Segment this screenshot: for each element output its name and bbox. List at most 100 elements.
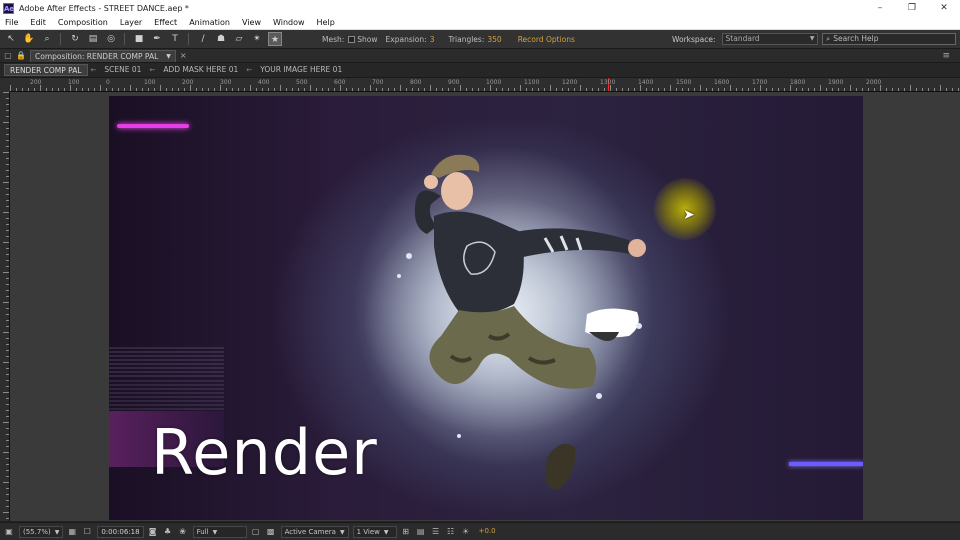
reset-exposure-icon[interactable]: ☀: [460, 526, 472, 538]
menu-animation[interactable]: Animation: [183, 18, 236, 27]
menu-edit[interactable]: Edit: [24, 18, 52, 27]
zoom-dropdown[interactable]: (55.7%) ▼: [19, 525, 64, 538]
ruler-tick: [6, 110, 9, 111]
panel-close-icon[interactable]: ▢: [3, 51, 13, 61]
snapshot-camera-icon[interactable]: ◙: [147, 526, 159, 538]
close-tab-icon[interactable]: ×: [180, 51, 187, 60]
restore-button[interactable]: ❐: [896, 0, 928, 16]
crumb-add-mask-here-01[interactable]: ADD MASK HERE 01: [158, 64, 243, 76]
menu-window[interactable]: Window: [267, 18, 311, 27]
show-snapshot-icon[interactable]: ♣: [162, 526, 174, 538]
panel-menu-icon[interactable]: ≡: [942, 51, 950, 61]
brush-tool-icon[interactable]: ∕: [196, 32, 210, 46]
flowchart-icon[interactable]: ☷: [445, 526, 457, 538]
expansion-value[interactable]: 3: [430, 35, 435, 44]
composition-frame[interactable]: Render ➤: [109, 96, 863, 520]
pen-tool-icon[interactable]: ✒: [150, 32, 164, 46]
ruler-tick: [6, 386, 9, 387]
ruler-tick: [6, 254, 9, 255]
tools-panel: ↖ ✋ ⌕ ↻ ▤ ◎ ■ ✒ T ∕ ☗ ▱ ✴ ★ Mesh: Show E…: [0, 30, 960, 49]
ruler-tick: [6, 338, 9, 339]
triangles-option[interactable]: Triangles: 350: [448, 35, 501, 44]
ruler-tick: [874, 88, 875, 91]
pasteboard: [863, 96, 960, 520]
show-mesh-option[interactable]: Show: [348, 35, 378, 44]
color-channels-icon[interactable]: ❀: [177, 526, 189, 538]
ruler-tick: [688, 88, 689, 91]
search-help-input[interactable]: ⌕ Search Help: [822, 33, 956, 45]
ruler-tick: [28, 88, 29, 91]
ruler-tick: [616, 88, 617, 91]
ruler-tick: [520, 85, 521, 91]
ruler-tick: [6, 164, 9, 165]
menu-effect[interactable]: Effect: [148, 18, 183, 27]
menu-layer[interactable]: Layer: [114, 18, 148, 27]
chevron-down-icon: ▼: [212, 528, 218, 536]
tool-divider: [124, 33, 125, 45]
current-time-field[interactable]: 0:00:06:18: [97, 525, 144, 538]
exposure-value[interactable]: +0.0: [476, 526, 499, 538]
menu-view[interactable]: View: [236, 18, 267, 27]
ruler-label: 1400: [638, 79, 654, 86]
chevron-down-icon[interactable]: ▼: [166, 51, 171, 62]
pan-behind-tool-icon[interactable]: ◎: [104, 32, 118, 46]
view-layout-dropdown[interactable]: 1 View ▼: [352, 525, 397, 538]
faded-text-layer: [109, 378, 224, 410]
transparency-grid-icon[interactable]: ▩: [265, 526, 277, 538]
ruler-tick: [574, 88, 575, 91]
always-preview-icon[interactable]: ▣: [3, 526, 15, 538]
ruler-tick: [136, 88, 137, 91]
expansion-option[interactable]: Expansion: 3: [386, 35, 435, 44]
crumb-your-image-here-01[interactable]: YOUR IMAGE HERE 01: [255, 64, 347, 76]
crumb-scene-01[interactable]: SCENE 01: [99, 64, 146, 76]
ruler-tick: [592, 88, 593, 91]
ruler-tick: [598, 88, 599, 91]
clone-stamp-tool-icon[interactable]: ☗: [214, 32, 228, 46]
safe-zones-icon[interactable]: ▦: [66, 526, 78, 538]
resolution-dropdown[interactable]: Full ▼: [192, 525, 247, 538]
minimize-button[interactable]: –: [864, 0, 896, 16]
rectangle-tool-icon[interactable]: ■: [132, 32, 146, 46]
lock-icon[interactable]: 🔒: [16, 51, 26, 61]
record-options-button[interactable]: Record Options: [518, 35, 575, 44]
composition-panel-tab[interactable]: Composition: RENDER COMP PAL ▼: [30, 49, 176, 62]
camera-tool-icon[interactable]: ▤: [86, 32, 100, 46]
fast-previews-icon[interactable]: ▤: [415, 526, 427, 538]
ruler-tick: [604, 88, 605, 91]
triangles-value[interactable]: 350: [487, 35, 501, 44]
ruler-tick: [6, 284, 9, 285]
ruler-tick: [868, 88, 869, 91]
ruler-tick: [568, 88, 569, 91]
timeline-icon[interactable]: ☰: [430, 526, 442, 538]
close-button[interactable]: ✕: [928, 0, 960, 16]
puppet-pin-tool-icon[interactable]: ★: [268, 32, 282, 46]
ruler-tick: [718, 88, 719, 91]
camera-dropdown[interactable]: Active Camera ▼: [280, 525, 349, 538]
workspace-dropdown[interactable]: Standard ▼: [721, 33, 818, 45]
menu-composition[interactable]: Composition: [52, 18, 114, 27]
toggle-pixel-aspect-icon[interactable]: ⊞: [400, 526, 412, 538]
region-of-interest-icon[interactable]: ▢: [250, 526, 262, 538]
mask-visibility-icon[interactable]: ☐: [81, 526, 93, 538]
ruler-tick: [286, 88, 287, 91]
search-help-placeholder: Search Help: [833, 34, 879, 43]
ruler-tick: [6, 320, 9, 321]
ruler-tick: [3, 212, 9, 213]
zoom-tool-icon[interactable]: ⌕: [40, 32, 54, 46]
hand-tool-icon[interactable]: ✋: [22, 32, 36, 46]
roto-brush-tool-icon[interactable]: ✴: [250, 32, 264, 46]
composition-viewer[interactable]: Render ➤: [10, 92, 960, 521]
show-mesh-checkbox[interactable]: [348, 36, 356, 43]
ruler-tick: [6, 170, 9, 171]
menu-file[interactable]: File: [0, 18, 24, 27]
crumb-render-comp-pal[interactable]: RENDER COMP PAL: [4, 64, 88, 76]
selection-tool-icon[interactable]: ↖: [4, 32, 18, 46]
eraser-tool-icon[interactable]: ▱: [232, 32, 246, 46]
ruler-tick: [6, 266, 9, 267]
ruler-tick: [904, 88, 905, 91]
ruler-tick: [88, 88, 89, 91]
ruler-tick: [634, 88, 635, 91]
rotation-tool-icon[interactable]: ↻: [68, 32, 82, 46]
menu-help[interactable]: Help: [311, 18, 341, 27]
type-tool-icon[interactable]: T: [168, 32, 182, 46]
